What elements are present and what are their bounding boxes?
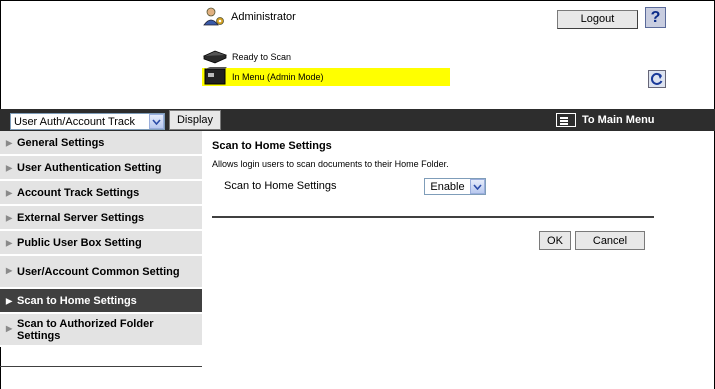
arrow-right-icon: ▶ (6, 188, 13, 197)
sidebar-item-label: External Server Settings (17, 211, 145, 224)
status-ready-text: Ready to Scan (232, 52, 292, 62)
sidebar-item-label: Public User Box Setting (17, 236, 142, 249)
sidebar-divider (0, 366, 202, 367)
sidebar-item-label: General Settings (17, 136, 105, 149)
scan-to-home-select-value: Enable (430, 180, 465, 193)
refresh-icon[interactable] (648, 70, 666, 88)
scan-to-home-select[interactable]: Enable (424, 178, 486, 195)
arrow-right-icon: ▶ (6, 324, 13, 333)
to-main-menu-link[interactable]: To Main Menu (556, 111, 655, 129)
cancel-button[interactable]: Cancel (575, 231, 645, 250)
function-select-value: User Auth/Account Track (14, 115, 136, 128)
administrator-label: Administrator (231, 11, 296, 23)
admin-user: Administrator (202, 7, 296, 27)
machine-icon (202, 67, 228, 87)
status-menu: In Menu (Admin Mode) (202, 67, 450, 87)
content-divider (212, 216, 654, 218)
logout-button[interactable]: Logout (557, 10, 638, 29)
chevron-down-icon[interactable] (149, 114, 164, 129)
sidebar-item-user-account-common[interactable]: ▶ User/Account Common Setting (0, 256, 202, 289)
sidebar-item-label: Scan to Authorized Folder Settings (17, 317, 154, 342)
sidebar-item-label: Scan to Home Settings (17, 294, 137, 307)
administrator-icon (202, 6, 226, 29)
sidebar-item-external-server[interactable]: ▶ External Server Settings (0, 206, 202, 231)
sidebar-item-public-user-box[interactable]: ▶ Public User Box Setting (0, 231, 202, 256)
help-icon[interactable]: ? (645, 7, 666, 28)
ok-button[interactable]: OK (539, 231, 571, 250)
arrow-right-icon: ▶ (6, 163, 13, 172)
sidebar: ▶ General Settings ▶ User Authentication… (0, 131, 202, 347)
sidebar-item-scan-to-authorized-folder[interactable]: ▶ Scan to Authorized Folder Settings (0, 314, 202, 347)
main-menu-icon (556, 113, 576, 127)
page-description: Allows login users to scan documents to … (212, 159, 449, 169)
arrow-right-icon: ▶ (6, 138, 13, 147)
sidebar-item-scan-to-home[interactable]: ▶ Scan to Home Settings (0, 289, 202, 314)
status-menu-text: In Menu (Admin Mode) (232, 72, 324, 82)
sidebar-item-label: User/Account Common Setting (17, 265, 180, 278)
sidebar-item-account-track[interactable]: ▶ Account Track Settings (0, 181, 202, 206)
arrow-right-icon: ▶ (6, 266, 13, 275)
arrow-right-icon: ▶ (6, 238, 13, 247)
sidebar-item-user-authentication[interactable]: ▶ User Authentication Setting (0, 156, 202, 181)
arrow-right-icon: ▶ (6, 213, 13, 222)
display-button[interactable]: Display (169, 110, 221, 130)
status-ready: Ready to Scan (202, 48, 291, 66)
function-select[interactable]: User Auth/Account Track (10, 113, 165, 130)
page-title: Scan to Home Settings (212, 140, 332, 152)
to-main-menu-label: To Main Menu (582, 114, 655, 126)
setting-label: Scan to Home Settings (224, 180, 337, 192)
scanner-icon (202, 48, 228, 66)
chevron-down-icon[interactable] (470, 179, 485, 194)
sidebar-item-label: User Authentication Setting (17, 161, 162, 174)
sidebar-item-label: Account Track Settings (17, 186, 140, 199)
sidebar-item-general-settings[interactable]: ▶ General Settings (0, 131, 202, 156)
arrow-right-icon: ▶ (6, 296, 13, 305)
